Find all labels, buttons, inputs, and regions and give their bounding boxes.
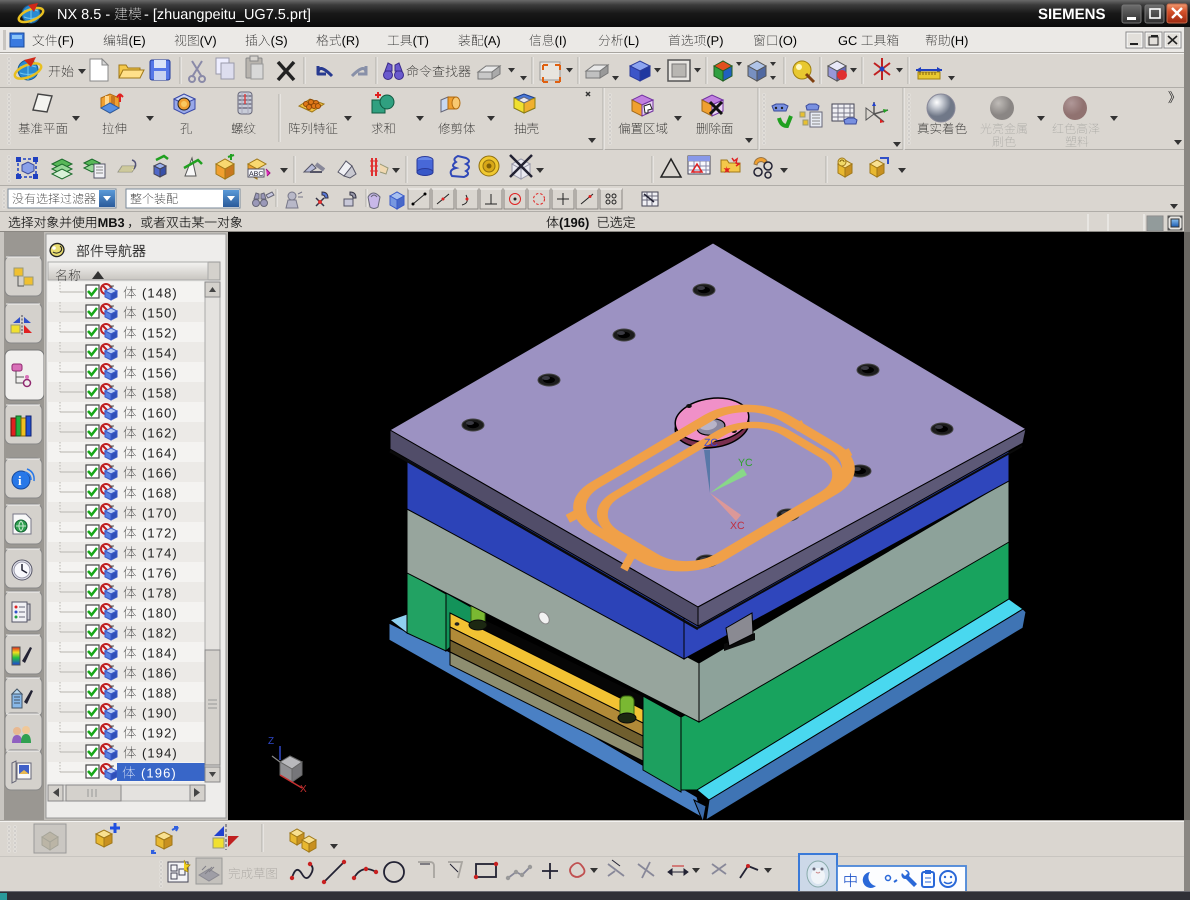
svg-text:NX 8.5 -: NX 8.5 - [57,7,110,23]
svg-text:(194): (194) [142,746,178,761]
svg-text:(158): (158) [142,386,178,401]
svg-text:(192): (192) [142,726,178,741]
svg-text:(154): (154) [142,346,178,361]
svg-text:ABC: ABC [249,171,263,178]
svg-text:(178): (178) [142,586,178,601]
svg-text:(188): (188) [142,686,178,701]
svg-text:(172): (172) [142,526,178,541]
svg-text:(174): (174) [142,546,178,561]
svg-text:(I): (I) [555,33,567,48]
svg-text:(162): (162) [142,426,178,441]
svg-text:(S): (S) [271,33,288,48]
svg-text:(170): (170) [142,506,178,521]
svg-text:(196): (196) [141,766,177,781]
svg-text:(176): (176) [142,566,178,581]
svg-text:(R): (R) [342,33,360,48]
svg-text:(148): (148) [142,286,178,301]
svg-text:(O): (O) [779,33,797,48]
svg-text:(P): (P) [706,33,723,48]
svg-text:(184): (184) [142,646,178,661]
svg-text:(F): (F) [58,33,74,48]
svg-text:- [zhuangpeitu_UG7.5.prt]: - [zhuangpeitu_UG7.5.prt] [144,7,311,23]
svg-text:Z: Z [268,736,274,747]
svg-text:XC: XC [730,520,745,532]
svg-text:(182): (182) [142,626,178,641]
svg-text:(196): (196) [559,215,589,230]
svg-text:(E): (E) [129,33,146,48]
svg-text:(H): (H) [951,33,969,48]
svg-text:(166): (166) [142,466,178,481]
svg-text:(A): (A) [484,33,501,48]
svg-text:(180): (180) [142,606,178,621]
svg-text:(V): (V) [200,33,217,48]
svg-text:SIEMENS: SIEMENS [1038,6,1106,23]
svg-text:GC: GC [838,33,857,48]
svg-text:(T): (T) [413,33,429,48]
svg-text:(156): (156) [142,366,178,381]
svg-text:(160): (160) [142,406,178,421]
svg-text:i: i [18,473,22,488]
svg-text:(152): (152) [142,326,178,341]
svg-text:(150): (150) [142,306,178,321]
svg-text:YC: YC [738,457,753,469]
svg-text:(190): (190) [142,706,178,721]
svg-text:(168): (168) [142,486,178,501]
svg-text:MB3: MB3 [98,215,125,230]
svg-text:(186): (186) [142,666,178,681]
svg-text:(164): (164) [142,446,178,461]
svg-text:ZC: ZC [704,437,718,449]
svg-text:(L): (L) [624,33,640,48]
svg-text:X: X [300,784,307,795]
